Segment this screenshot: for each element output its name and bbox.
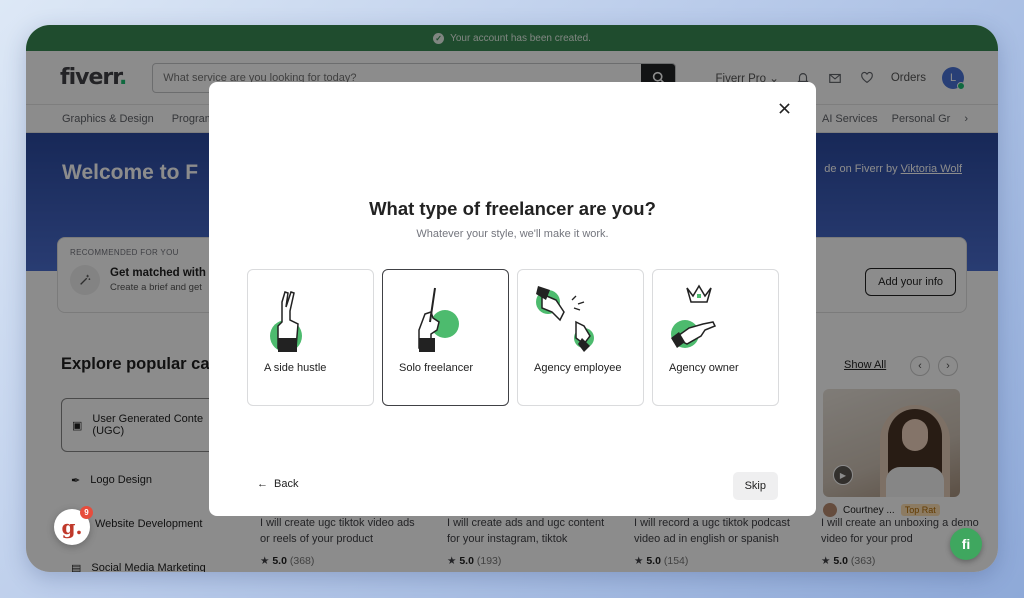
modal-subtitle: Whatever your style, we'll make it work. xyxy=(416,228,609,240)
g-app-badge[interactable]: g. 9 xyxy=(54,506,93,545)
option-agency-employee[interactable]: Agency employee xyxy=(517,269,644,406)
app-window: ✓ Your account has been created. fiverr.… xyxy=(26,25,998,572)
pen-hand-icon xyxy=(418,287,459,352)
crown-hand-icon xyxy=(671,284,717,348)
onboarding-modal: What type of freelancer are you? Whateve… xyxy=(209,82,816,516)
handshake-icon xyxy=(536,286,594,352)
close-button[interactable] xyxy=(774,98,794,118)
arrow-left-icon: ← xyxy=(257,478,268,490)
option-solo-freelancer[interactable]: Solo freelancer xyxy=(382,269,509,406)
peace-hand-icon xyxy=(270,291,302,352)
notification-count: 9 xyxy=(80,506,93,519)
option-agency-owner[interactable]: Agency owner xyxy=(652,269,779,406)
freelancer-type-options: A side hustle Solo freelancer Agency emp… xyxy=(247,269,779,406)
help-fab[interactable]: fi xyxy=(950,528,982,560)
close-icon xyxy=(778,102,790,114)
skip-button[interactable]: Skip xyxy=(732,472,778,500)
back-button[interactable]: ← Back xyxy=(257,478,298,490)
modal-title: What type of freelancer are you? xyxy=(369,198,656,219)
option-side-hustle[interactable]: A side hustle xyxy=(247,269,374,406)
